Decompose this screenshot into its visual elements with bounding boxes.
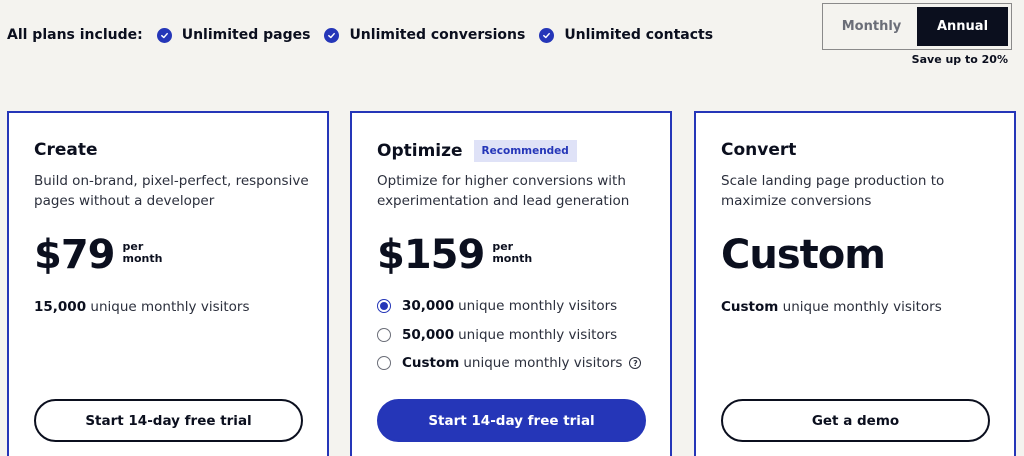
get-demo-button[interactable]: Get a demo [721, 399, 990, 442]
visitors-option-custom[interactable]: Custom unique monthly visitors ? [377, 355, 642, 371]
visitors-count: 15,000 [34, 299, 87, 315]
visitors-label: unique monthly visitors [463, 355, 623, 371]
include-item-conversions: Unlimited conversions [324, 27, 525, 43]
visitors-label: unique monthly visitors [90, 299, 250, 315]
include-item-pages: Unlimited pages [156, 27, 311, 43]
include-item-label: Unlimited pages [181, 27, 311, 43]
start-trial-button[interactable]: Start 14-day free trial [34, 399, 303, 442]
visitors-count: 30,000 [402, 298, 455, 314]
question-circle-icon[interactable]: ? [629, 357, 642, 369]
check-circle-icon [539, 27, 555, 43]
visitors-count: Custom [402, 355, 460, 371]
billing-period-toggle[interactable]: Monthly Annual [822, 3, 1012, 50]
plan-card-optimize: Optimize Recommended Optimize for higher… [350, 111, 672, 456]
includes-label: All plans include: [7, 27, 143, 43]
visitors-option-30000[interactable]: 30,000 unique monthly visitors [377, 298, 617, 314]
price-period: per month [492, 240, 533, 265]
recommended-badge: Recommended [473, 140, 577, 162]
plan-title: Convert [721, 140, 797, 160]
plan-description: Scale landing page production to maximiz… [721, 173, 945, 209]
plan-card-convert: Convert Scale landing page production to… [694, 111, 1016, 456]
visitors-count: Custom [721, 299, 779, 315]
visitors-label: unique monthly visitors [458, 327, 618, 343]
radio-icon[interactable] [377, 328, 391, 342]
visitors-count: 50,000 [402, 327, 455, 343]
plan-price: $79 per month [34, 231, 162, 279]
annual-savings-note: Save up to 20% [911, 53, 1008, 66]
plan-includes-bar: All plans include: Unlimited pages Unlim… [7, 24, 727, 46]
plan-visitors: 15,000 unique monthly visitors [34, 299, 250, 315]
plan-card-create: Create Build on-brand, pixel-perfect, re… [7, 111, 329, 456]
price-period: per month [122, 240, 163, 265]
include-item-label: Unlimited conversions [349, 27, 526, 43]
price-amount: $159 [377, 232, 485, 278]
plan-description: Build on-brand, pixel-perfect, responsiv… [34, 173, 309, 209]
plan-visitors: Custom unique monthly visitors [721, 299, 942, 315]
visitors-option-50000[interactable]: 50,000 unique monthly visitors [377, 327, 617, 343]
radio-icon[interactable] [377, 356, 391, 370]
radio-selected-icon[interactable] [377, 299, 391, 313]
include-item-label: Unlimited contacts [564, 27, 714, 43]
billing-annual-option[interactable]: Annual [917, 7, 1008, 46]
check-circle-icon [324, 27, 340, 43]
visitors-label: unique monthly visitors [782, 299, 942, 315]
include-item-contacts: Unlimited contacts [539, 27, 713, 43]
start-trial-button[interactable]: Start 14-day free trial [377, 399, 646, 442]
plan-title: Optimize [377, 141, 463, 161]
plan-price: Custom [721, 231, 886, 279]
plan-price: $159 per month [377, 231, 532, 279]
visitors-label: unique monthly visitors [458, 298, 618, 314]
plan-description: Optimize for higher conversions with exp… [377, 173, 630, 209]
check-circle-icon [156, 27, 172, 43]
billing-monthly-option[interactable]: Monthly [826, 7, 917, 46]
price-amount: $79 [34, 232, 115, 278]
plan-title: Create [34, 140, 98, 160]
price-amount: Custom [721, 232, 886, 278]
